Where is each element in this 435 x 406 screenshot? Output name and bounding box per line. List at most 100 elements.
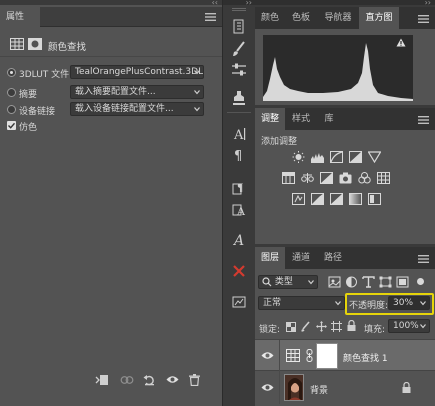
adjustment-grid-icon xyxy=(10,38,24,50)
tab-libraries-label: 库 xyxy=(324,114,334,124)
tab-swatches[interactable]: 色板 xyxy=(285,7,317,29)
filter-type-icon[interactable] xyxy=(362,276,375,288)
fill-input[interactable]: 100% xyxy=(388,319,430,333)
layer-mask-icon[interactable] xyxy=(28,38,42,50)
paragraph-icon[interactable]: ¶ xyxy=(228,146,250,164)
tab-channels-label: 通道 xyxy=(291,253,310,263)
strip-top: ›› xyxy=(223,0,255,7)
posterize-icon[interactable] xyxy=(311,193,324,205)
vibrance-icon[interactable] xyxy=(368,151,381,163)
grip-icon xyxy=(232,8,246,11)
lock-all-icon[interactable] xyxy=(347,320,356,331)
reset-icon[interactable] xyxy=(143,374,156,386)
layer-filter-dropdown[interactable]: 类型 xyxy=(258,275,318,289)
black-white-icon[interactable] xyxy=(320,172,333,184)
history-icon[interactable] xyxy=(228,18,250,36)
blend-mode-dropdown[interactable]: 正常 xyxy=(258,296,345,310)
layer-row-color-lookup[interactable]: 颜色查找 1 xyxy=(255,339,435,372)
tab-properties[interactable]: 属性 xyxy=(0,7,40,27)
abstract-profile-dropdown[interactable]: 载入摘要配置文件... xyxy=(70,85,204,99)
fill-label: 填充: xyxy=(364,325,386,335)
layer-name[interactable]: 颜色查找 1 xyxy=(343,351,388,364)
levels-icon[interactable] xyxy=(311,151,324,163)
histogram-panel xyxy=(255,29,435,105)
collapse-icon[interactable]: ‹‹ xyxy=(212,0,218,7)
device-link-dropdown[interactable]: 载入设备链接配置文件... xyxy=(70,102,204,116)
tab-paths-label: 路径 xyxy=(323,253,342,263)
tab-libraries[interactable]: 库 xyxy=(317,108,341,130)
paragraph-styles-icon[interactable]: A xyxy=(228,199,250,217)
selective-color-icon[interactable] xyxy=(368,193,381,205)
photo-filter-icon[interactable] xyxy=(339,172,352,184)
layer-row-background[interactable]: 背景 xyxy=(255,372,435,404)
visibility-eye-icon[interactable] xyxy=(261,351,274,360)
layer-mask-thumbnail[interactable] xyxy=(316,343,338,369)
character-styles-icon[interactable]: ¶ xyxy=(228,178,250,196)
lock-artboard-icon[interactable] xyxy=(331,321,342,332)
lock-pixels-icon[interactable] xyxy=(301,321,311,332)
filter-shape-icon[interactable] xyxy=(379,276,392,288)
chevron-down-icon xyxy=(420,301,426,306)
radio-device-link[interactable] xyxy=(7,105,16,114)
tab-navigator[interactable]: 导航器 xyxy=(317,7,359,29)
visibility-eye-icon[interactable] xyxy=(166,375,179,384)
panel-menu-icon[interactable] xyxy=(418,255,429,263)
filter-toggle-icon[interactable] xyxy=(417,278,424,285)
tab-layers[interactable]: 图层 xyxy=(255,247,285,269)
panel-menu-icon[interactable] xyxy=(418,15,429,23)
view-previous-state-icon[interactable] xyxy=(120,375,134,385)
radio-abstract[interactable] xyxy=(7,88,16,97)
gradient-map-icon[interactable] xyxy=(349,193,362,205)
fill-value: 100% xyxy=(393,321,419,331)
tab-histogram[interactable]: 直方图 xyxy=(359,7,399,29)
color-lookup-icon[interactable] xyxy=(377,172,390,184)
opacity-input[interactable]: 30% xyxy=(388,296,430,310)
character-icon[interactable]: A xyxy=(228,125,250,143)
tab-navigator-label: 导航器 xyxy=(324,13,352,23)
panel-icon-strip: ›› A ¶ ¶ A A xyxy=(222,0,255,406)
glyphs-icon[interactable]: A xyxy=(228,230,250,248)
tab-color[interactable]: 颜色 xyxy=(255,7,285,29)
visibility-eye-icon[interactable] xyxy=(261,383,274,392)
tab-adjustments[interactable]: 调整 xyxy=(255,108,285,130)
warning-icon[interactable] xyxy=(396,38,406,47)
expand-icon[interactable]: ›› xyxy=(246,0,252,7)
adjustments-tab-bar: 调整 样式 库 xyxy=(255,108,435,130)
filter-smart-object-icon[interactable] xyxy=(396,276,409,288)
invert-icon[interactable] xyxy=(292,193,305,205)
collapse-right-icon[interactable]: ›› xyxy=(425,0,431,7)
dither-label: 仿色 xyxy=(19,123,38,133)
panel-menu-icon[interactable] xyxy=(205,13,216,21)
lock-position-icon[interactable] xyxy=(316,321,327,332)
tab-styles[interactable]: 样式 xyxy=(285,108,317,130)
layer-name[interactable]: 背景 xyxy=(310,383,328,396)
lock-transparent-icon[interactable] xyxy=(286,322,296,332)
chain-link-icon[interactable] xyxy=(306,349,313,362)
clip-to-layer-icon[interactable] xyxy=(95,374,109,386)
tab-swatches-label: 色板 xyxy=(291,13,310,23)
3d-icon[interactable] xyxy=(228,293,250,311)
filter-pixel-icon[interactable] xyxy=(328,276,341,288)
radio-3dlut[interactable] xyxy=(7,68,16,77)
tab-channels[interactable]: 通道 xyxy=(285,247,317,269)
brightness-contrast-icon[interactable] xyxy=(292,151,305,163)
adjustments-panel: 添加调整 xyxy=(255,130,435,244)
color-balance-icon[interactable] xyxy=(301,172,314,184)
cancel-x-icon[interactable] xyxy=(228,262,250,280)
hue-saturation-icon[interactable] xyxy=(282,172,295,184)
layer-thumbnail-photo[interactable] xyxy=(284,374,304,401)
exposure-icon[interactable] xyxy=(349,151,362,163)
3dlut-file-dropdown[interactable]: TealOrangePlusContrast.3DL xyxy=(70,65,204,79)
curves-icon[interactable] xyxy=(330,151,343,163)
filter-adjustment-icon[interactable] xyxy=(345,276,358,288)
channel-mixer-icon[interactable] xyxy=(358,172,371,184)
dither-checkbox[interactable] xyxy=(7,121,16,130)
trash-icon[interactable] xyxy=(189,374,200,386)
brush-icon[interactable] xyxy=(228,40,250,58)
tab-paths[interactable]: 路径 xyxy=(317,247,349,269)
clone-source-icon[interactable] xyxy=(228,89,250,107)
3dlut-file-value: TealOrangePlusContrast.3DL xyxy=(75,67,204,77)
sliders-icon[interactable] xyxy=(228,61,250,79)
threshold-icon[interactable] xyxy=(330,193,343,205)
panel-menu-icon[interactable] xyxy=(418,116,429,124)
